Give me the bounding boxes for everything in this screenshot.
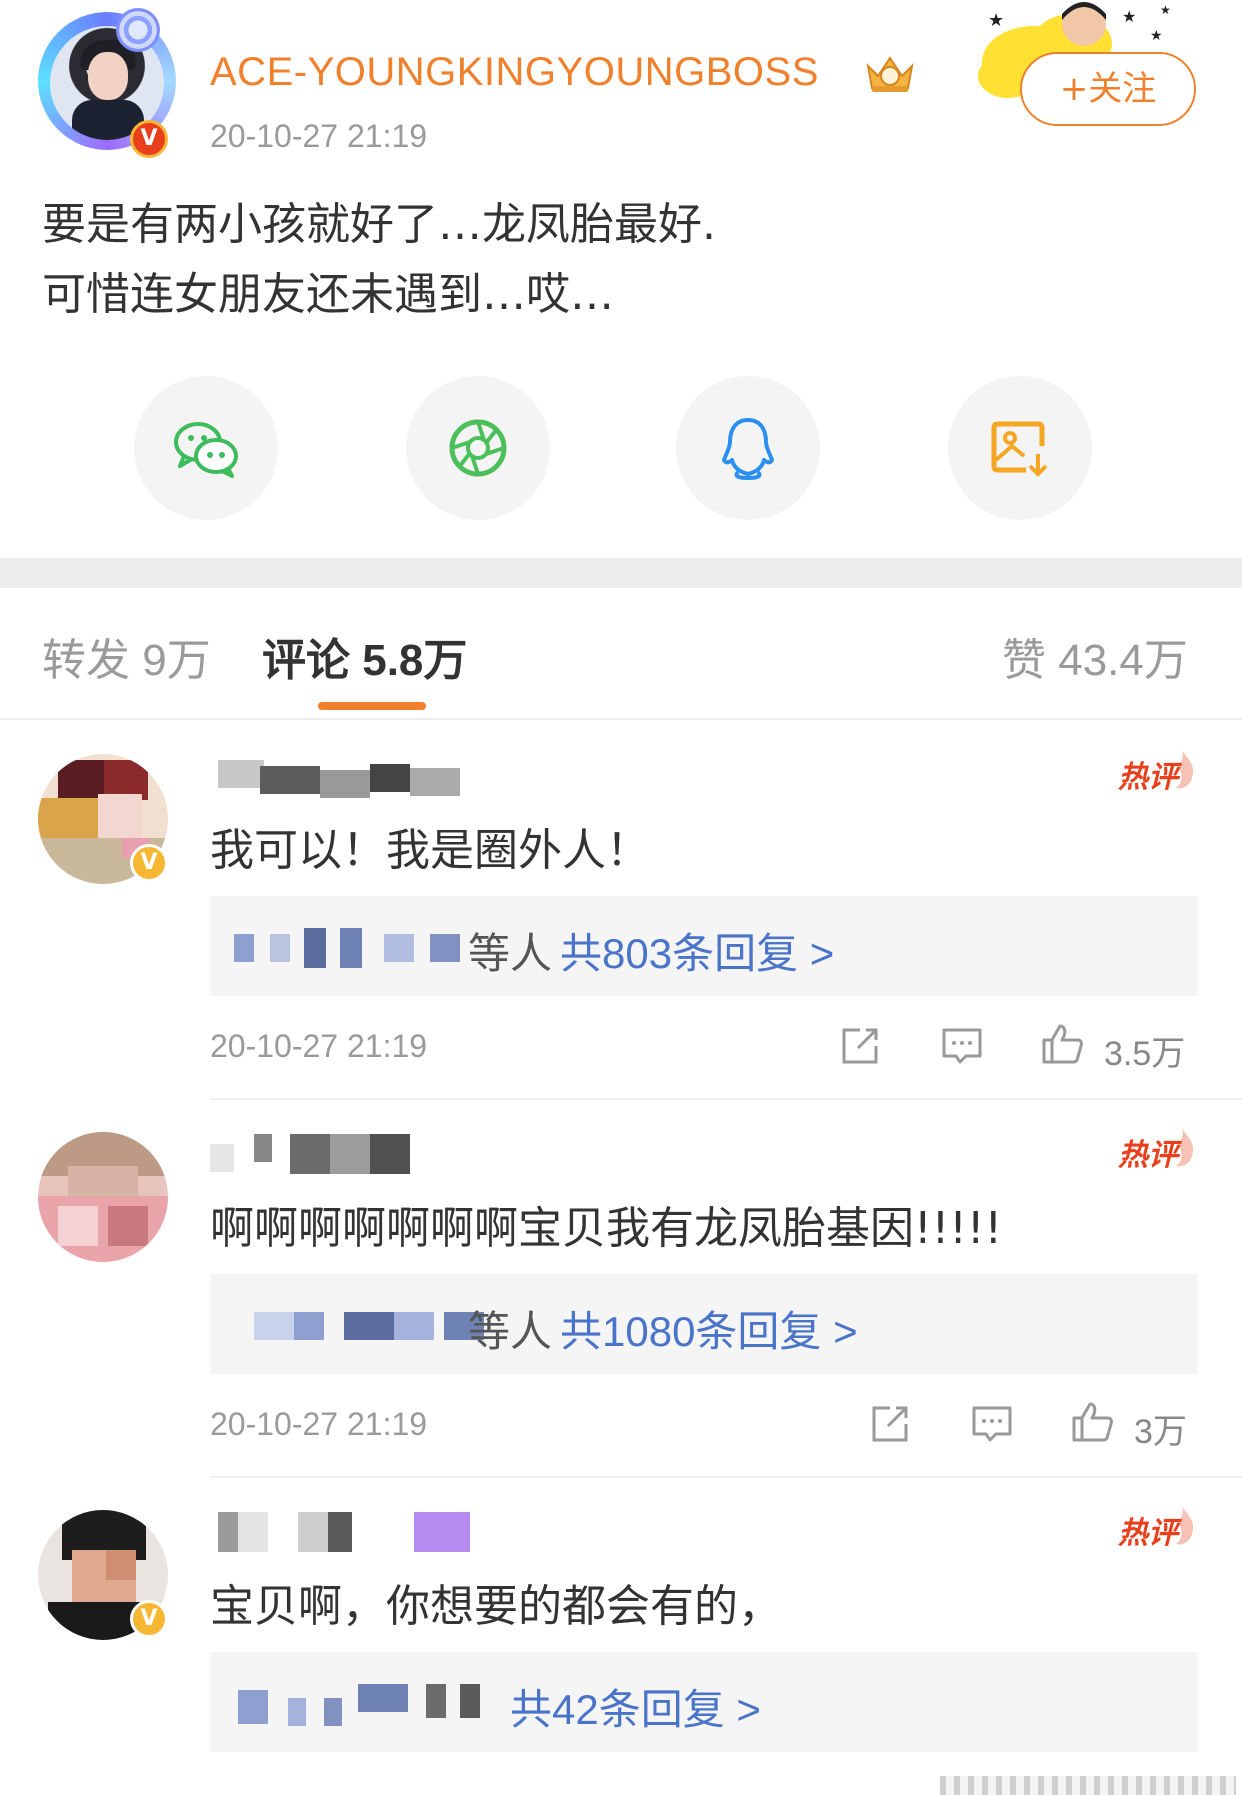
reply-count-link[interactable]: 共42条回复 > — [510, 1676, 761, 1737]
reply-count-link[interactable]: 共803条回复 > — [560, 920, 834, 981]
author-name[interactable]: ACE-YOUNGKINGYOUNGBOSS — [210, 50, 819, 95]
comment-text: 我可以！我是圈外人！ — [210, 825, 650, 876]
like-icon[interactable] — [1070, 1400, 1114, 1444]
save-image-button[interactable] — [948, 376, 1092, 520]
active-tab-indicator — [318, 702, 426, 710]
like-count: 3万 — [1134, 1413, 1187, 1451]
comment-item: 热评 啊啊啊啊啊啊啊宝贝我有龙凤胎基因!!!!! 等人 共1080条回复 > 2… — [0, 1100, 1242, 1478]
reply-count-link[interactable]: 共1080条回复 > — [560, 1298, 858, 1359]
cropped-action-row — [940, 1776, 1236, 1795]
tab-likes[interactable]: 赞 43.4万 — [1002, 624, 1188, 688]
share-moments-button[interactable] — [406, 376, 550, 520]
commenter-avatar[interactable] — [38, 1132, 168, 1262]
moments-icon — [449, 419, 507, 477]
like-icon[interactable] — [1040, 1022, 1084, 1066]
reply-preview[interactable]: 等人 共1080条回复 > — [210, 1274, 1198, 1374]
post-header: V ACE-YOUNGKINGYOUNGBOSS 20-10-27 21:19 … — [0, 0, 1242, 560]
hot-comment-badge: 热评 — [1118, 750, 1198, 802]
comment-text: 宝贝啊，你想要的都会有的， — [210, 1581, 782, 1632]
share-qq-button[interactable] — [676, 376, 820, 520]
svg-text:★: ★ — [1122, 7, 1136, 26]
avatar-ring-decoration — [116, 8, 160, 52]
hot-comment-badge: 热评 — [1118, 1128, 1198, 1180]
tab-repost[interactable]: 转发 9万 — [42, 624, 211, 688]
reply-preview[interactable]: 等人 共803条回复 > — [210, 896, 1198, 996]
comment-time: 20-10-27 21:19 — [210, 1028, 428, 1064]
verified-badge: V — [130, 120, 168, 158]
follow-button[interactable]: +关注 — [1020, 52, 1196, 126]
share-icon[interactable] — [868, 1402, 912, 1446]
post-tabs: 转发 9万 评论 5.8万 赞 43.4万 — [0, 588, 1242, 720]
crown-icon — [866, 56, 914, 92]
comment-text: 啊啊啊啊啊啊啊宝贝我有龙凤胎基因!!!!! — [210, 1203, 1003, 1254]
post-text: 要是有两小孩就好了…龙凤胎最好. 可惜连女朋友还未遇到…哎… — [42, 199, 716, 320]
tab-comments[interactable]: 评论 5.8万 — [262, 624, 467, 688]
section-divider — [0, 558, 1242, 588]
save-image-icon — [991, 421, 1048, 477]
hot-comment-badge: 热评 — [1118, 1506, 1198, 1558]
comment-time: 20-10-27 21:19 — [210, 1406, 428, 1442]
qq-icon — [722, 418, 774, 481]
reply-names-blurred — [234, 1684, 494, 1726]
wechat-icon — [174, 422, 238, 478]
commenter-name-blurred[interactable] — [210, 1508, 470, 1554]
comment-item: V 热评 宝贝啊，你想要的都会有的， 共42条回复 > — [0, 1478, 1242, 1795]
svg-text:★: ★ — [1160, 3, 1171, 17]
share-icon[interactable] — [838, 1024, 882, 1068]
svg-text:★: ★ — [1150, 28, 1163, 44]
reply-preview[interactable]: 共42条回复 > — [210, 1652, 1198, 1752]
commenter-name-blurred[interactable] — [210, 752, 470, 798]
commenter-name-blurred[interactable] — [210, 1130, 470, 1176]
comment-icon[interactable] — [940, 1024, 984, 1068]
share-wechat-button[interactable] — [134, 376, 278, 520]
post-time: 20-10-27 21:19 — [210, 118, 428, 154]
comment-icon[interactable] — [970, 1402, 1014, 1446]
verified-badge: V — [130, 1600, 168, 1638]
like-count: 3.5万 — [1104, 1035, 1186, 1073]
share-row — [0, 376, 1242, 520]
comment-item: V 热评 我可以！我是圈外人！ 等人 共803条回复 > 20-10-27 21… — [0, 722, 1242, 1100]
author-avatar[interactable]: V — [38, 8, 176, 160]
svg-text:★: ★ — [988, 10, 1004, 31]
verified-badge: V — [130, 844, 168, 882]
